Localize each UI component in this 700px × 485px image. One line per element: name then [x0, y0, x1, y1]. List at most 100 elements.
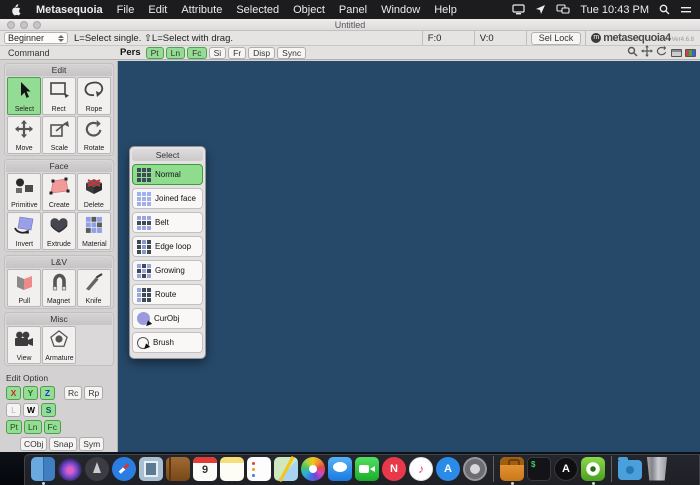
title-bar[interactable]: Untitled [0, 19, 700, 31]
palette-item-edge-loop[interactable]: Edge loop [132, 236, 203, 257]
dock-app-a[interactable]: A [554, 456, 578, 481]
w-toggle[interactable]: W [23, 403, 40, 417]
tool-magnet[interactable]: Magnet [42, 269, 76, 307]
toggle-disp[interactable]: Disp [248, 46, 276, 59]
dock-app-store[interactable]: A [436, 456, 460, 481]
axis-y-toggle[interactable]: Y [23, 386, 38, 400]
dock-photos[interactable] [301, 456, 325, 481]
location-arrow-icon[interactable] [535, 4, 546, 15]
display-color-icon[interactable] [685, 48, 696, 57]
notification-center-icon[interactable] [680, 5, 692, 15]
screen-mirroring-icon[interactable] [512, 4, 525, 15]
tool-rope[interactable]: Rope [77, 77, 111, 115]
dock-metasequoia[interactable] [581, 456, 605, 485]
tool-move[interactable]: Move [7, 116, 41, 154]
dock-calendar[interactable]: 9 [193, 456, 217, 481]
tool-select[interactable]: Select [7, 77, 41, 115]
display-gray-icon[interactable] [671, 48, 682, 57]
l-toggle[interactable]: L [6, 403, 21, 417]
pt-toggle[interactable]: Pt [6, 420, 23, 434]
axis-z-toggle[interactable]: Z [40, 386, 55, 400]
rp-toggle[interactable]: Rp [84, 386, 104, 400]
dock-facetime[interactable] [355, 456, 379, 481]
dock-itunes[interactable]: ♪ [409, 456, 433, 481]
palette-item-brush[interactable]: Brush [132, 332, 203, 353]
tool-view[interactable]: View [7, 326, 41, 364]
axis-x-toggle[interactable]: X [6, 386, 21, 400]
menu-item-window[interactable]: Window [381, 4, 420, 16]
toggle-si[interactable]: Si [208, 46, 227, 59]
displays-icon[interactable] [556, 4, 570, 15]
viewport-3d[interactable]: Select Normal Joined face Belt Edge loop [118, 61, 700, 452]
pan-view-icon[interactable] [641, 44, 653, 62]
mode-select[interactable]: Beginner [4, 32, 68, 44]
palette-item-growing[interactable]: Growing [132, 260, 203, 281]
menu-item-file[interactable]: File [117, 4, 135, 16]
menu-item-attribute[interactable]: Attribute [181, 4, 222, 16]
sym-toggle[interactable]: Sym [79, 437, 105, 451]
tool-rotate[interactable]: Rotate [77, 116, 111, 154]
dock-notes[interactable] [220, 456, 244, 481]
tool-invert[interactable]: Invert [7, 212, 41, 250]
dock-maps[interactable] [274, 456, 298, 481]
dock-trash[interactable] [646, 456, 668, 481]
tool-extrude[interactable]: Extrude [42, 212, 76, 250]
dock-mail[interactable] [139, 456, 163, 481]
toggle-sync[interactable]: Sync [277, 46, 307, 59]
palette-item-belt[interactable]: Belt [132, 212, 203, 233]
brush-icon [137, 336, 149, 349]
dock-safari[interactable] [112, 456, 136, 481]
minimize-button[interactable] [20, 21, 28, 29]
tool-material[interactable]: Material [77, 212, 111, 250]
apple-menu-icon[interactable] [10, 3, 21, 16]
dock-downloads-folder[interactable] [618, 456, 642, 480]
menu-item-object[interactable]: Object [293, 4, 325, 16]
fc-toggle[interactable]: Fc [43, 420, 61, 434]
toggle-pt[interactable]: Pt [145, 46, 164, 59]
tool-scale[interactable]: Scale [42, 116, 76, 154]
dock-toolbox-app[interactable] [500, 456, 524, 485]
rc-toggle[interactable]: Rc [64, 386, 83, 400]
s-toggle[interactable]: S [41, 403, 57, 417]
snap-toggle[interactable]: Snap [49, 437, 78, 451]
toggle-fr[interactable]: Fr [228, 46, 247, 59]
tool-pull[interactable]: Pull [7, 269, 41, 307]
menu-item-edit[interactable]: Edit [148, 4, 167, 16]
palette-item-joined-face[interactable]: Joined face [132, 188, 203, 209]
dock-finder[interactable] [31, 456, 55, 485]
tool-rect[interactable]: Rect [42, 77, 76, 115]
spotlight-icon[interactable] [659, 4, 670, 15]
sel-lock-button[interactable]: Sel Lock [530, 31, 582, 45]
dock-siri[interactable] [58, 456, 82, 481]
tool-knife[interactable]: Knife [77, 269, 111, 307]
menu-item-panel[interactable]: Panel [339, 4, 367, 16]
grid-route-icon [137, 287, 151, 302]
dock-terminal[interactable]: $ [527, 456, 551, 481]
select-palette-title[interactable]: Select [132, 149, 203, 161]
palette-item-normal[interactable]: Normal [132, 164, 203, 185]
menu-item-help[interactable]: Help [434, 4, 457, 16]
menu-item-app[interactable]: Metasequoia [36, 4, 103, 16]
toggle-fc[interactable]: Fc [187, 46, 207, 59]
toggle-ln[interactable]: Ln [165, 46, 186, 59]
menu-item-selected[interactable]: Selected [236, 4, 279, 16]
close-button[interactable] [7, 21, 15, 29]
dock-launchpad[interactable] [85, 456, 109, 481]
tool-primitive[interactable]: Primitive [7, 173, 41, 211]
dock-reminders[interactable] [247, 456, 271, 481]
dock-news[interactable]: N [382, 456, 406, 481]
tool-create[interactable]: Create [42, 173, 76, 211]
zoom-view-icon[interactable] [627, 44, 638, 62]
dock-contacts[interactable] [166, 456, 190, 481]
palette-item-route[interactable]: Route [132, 284, 203, 305]
cobj-toggle[interactable]: CObj [20, 437, 48, 451]
rotate-view-icon[interactable] [656, 44, 668, 62]
ln-toggle[interactable]: Ln [24, 420, 42, 434]
tool-delete[interactable]: Delete [77, 173, 111, 211]
dock-system-preferences[interactable] [463, 456, 487, 481]
palette-item-curobj[interactable]: CurObj [132, 308, 203, 329]
zoom-button[interactable] [33, 21, 41, 29]
tool-armature[interactable]: Armature [42, 326, 76, 364]
dock-messages[interactable] [328, 456, 352, 481]
menu-clock[interactable]: Tue 10:43 PM [580, 4, 649, 16]
